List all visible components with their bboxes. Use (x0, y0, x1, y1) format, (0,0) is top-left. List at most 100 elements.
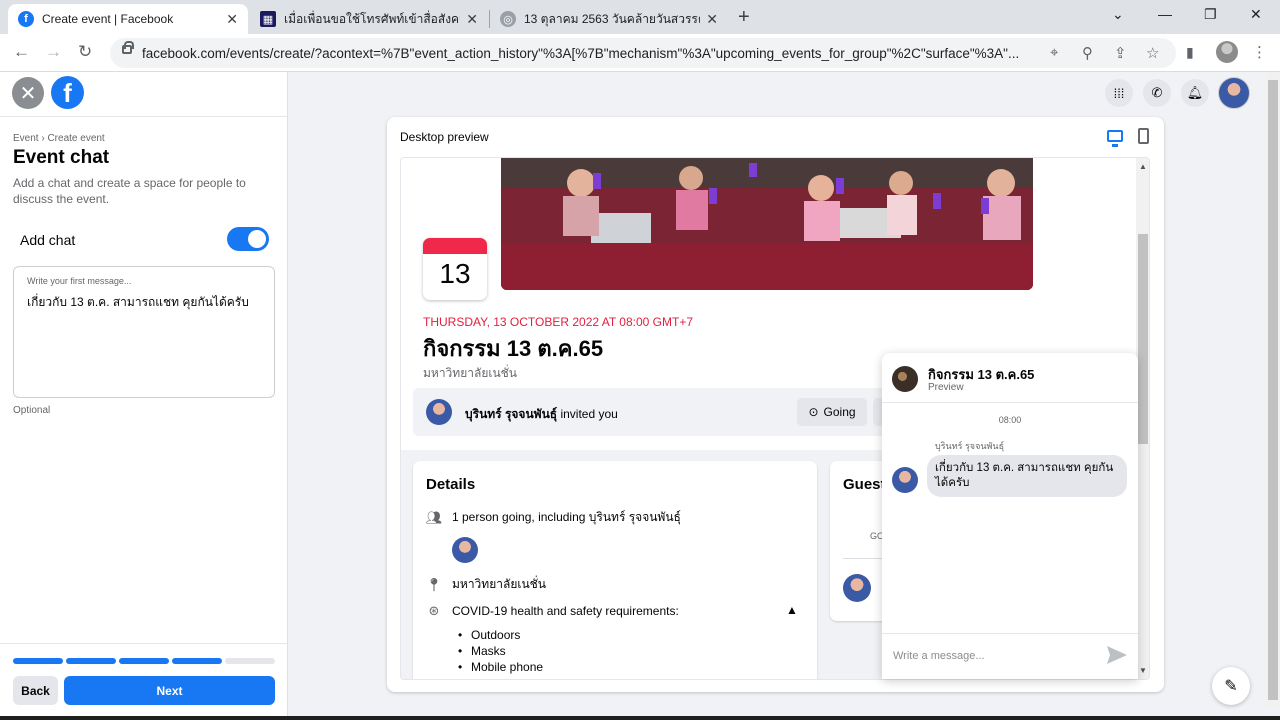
chat-message-input[interactable]: Write a message... (893, 650, 985, 662)
sender-avatar (892, 467, 918, 493)
event-location: มหาวิทยาลัยเนชั่น (423, 366, 518, 380)
scroll-down-icon[interactable]: ▼ (1139, 666, 1147, 675)
date-tile-bar (423, 238, 487, 254)
url-bar[interactable]: facebook.com/events/create/?acontext=%7B… (110, 38, 1176, 68)
details-card: Details 👥︎ 1 person going, including บุร… (413, 461, 817, 679)
step-progress (13, 658, 275, 664)
check-circle-icon: ⊙ (808, 405, 819, 419)
date-tile-number: 13 (439, 258, 471, 289)
list-item: Masks (458, 643, 543, 659)
health-safety-icon: ⊛ (428, 603, 440, 618)
message-placeholder: Write your first message... (27, 276, 132, 286)
close-window-button[interactable]: ✕ (1250, 6, 1262, 23)
chat-header: กิจกรรม 13 ต.ค.65 Preview (882, 353, 1138, 403)
guests-title: Guest (843, 476, 886, 493)
divider (882, 633, 1138, 634)
going-person-avatar[interactable] (452, 537, 478, 563)
inviter-avatar (426, 399, 452, 425)
divider (0, 643, 288, 644)
location-row: 📍︎ มหาวิทยาลัยเนชั่น (426, 575, 546, 594)
guest-avatar[interactable] (843, 574, 871, 602)
site-favicon-icon: ◎ (500, 11, 516, 27)
new-tab-button[interactable]: + (738, 6, 750, 29)
close-tab-icon[interactable]: ✕ (706, 11, 718, 28)
restore-button[interactable]: ❐ (1204, 6, 1217, 23)
tab-create-event[interactable]: f Create event | Facebook ✕ (8, 4, 248, 34)
first-message-textarea[interactable]: Write your first message... เกี่ยวกับ 13… (13, 266, 275, 398)
divider (0, 116, 288, 117)
browser-profile-avatar[interactable] (1216, 41, 1238, 63)
tab-anniversary[interactable]: ◎ 13 ตุลาคม 2563 วันคล้ายวันสวรรคต ✕ (490, 4, 728, 34)
location-pin-icon: 📍︎ (425, 576, 443, 592)
mobile-icon[interactable] (1138, 128, 1149, 144)
send-icon[interactable] (1106, 645, 1128, 665)
invite-text: บุรินทร์ รุจจนพันธุ์ invited you (465, 405, 618, 424)
create-event-sidebar: ✕ f Event › Create event Event chat Add … (0, 72, 288, 720)
covid-row: ⊛ COVID-19 health and safety requirement… (426, 603, 679, 619)
site-favicon-icon: ▦ (260, 11, 276, 27)
scroll-up-icon[interactable]: ▲ (1139, 162, 1147, 171)
chevron-up-icon[interactable]: ▲ (786, 603, 798, 617)
chat-sender-name: บุรินทร์ รุจจนพันธุ์ (935, 441, 1005, 451)
close-icon[interactable]: ✕ (12, 77, 44, 109)
covid-title: COVID-19 health and safety requirements: (452, 604, 679, 618)
side-panel-icon[interactable]: ▮ (1186, 44, 1194, 61)
preview-label: Desktop preview (400, 130, 489, 144)
minimize-button[interactable]: — (1158, 6, 1172, 22)
cover-photo-image (501, 158, 1033, 290)
notifications-bell-icon[interactable]: 🔔︎ (1181, 79, 1209, 107)
messenger-icon[interactable]: ✆ (1143, 79, 1171, 107)
details-title: Details (426, 476, 476, 493)
add-chat-toggle[interactable] (227, 227, 269, 251)
new-message-compose-icon[interactable]: ✎ (1212, 667, 1250, 705)
tab-title: เมื่อเพื่อนขอใช้โทรศัพท์เข้าสื่อสังคม : … (284, 11, 461, 26)
progress-step (172, 658, 222, 664)
browser-menu-icon[interactable]: ⋮ (1252, 43, 1267, 61)
inviter-name: บุรินทร์ รุจจนพันธุ์ (465, 407, 558, 421)
optional-hint: Optional (13, 405, 51, 416)
browser-tab-bar: f Create event | Facebook ✕ ▦ เมื่อเพื่อ… (0, 0, 1280, 34)
going-button[interactable]: ⊙ Going (797, 398, 867, 426)
tab-article[interactable]: ▦ เมื่อเพื่อนขอใช้โทรศัพท์เข้าสื่อสังคม … (250, 4, 488, 34)
add-chat-label: Add chat (20, 232, 76, 248)
facebook-logo-icon[interactable]: f (51, 76, 84, 109)
lock-icon[interactable] (122, 41, 134, 54)
message-value[interactable]: เกี่ยวกับ 13 ต.ค. สามารถแชท คุยกันได้ครั… (27, 293, 249, 312)
list-item: Mobile phone (458, 659, 543, 675)
back-arrow-icon[interactable]: ← (13, 42, 30, 62)
address-toolbar: ← → ↻ facebook.com/events/create/?aconte… (0, 34, 1280, 72)
page-title: Event chat (13, 147, 110, 168)
breadcrumb: Event › Create event (13, 133, 105, 144)
reload-icon[interactable]: ↻ (78, 42, 92, 62)
going-row: 👥︎ 1 person going, including บุรินทร์ รุ… (426, 508, 681, 527)
progress-step (66, 658, 116, 664)
chat-preview-window: กิจกรรม 13 ต.ค.65 Preview 08:00 บุรินทร์… (882, 353, 1138, 679)
account-avatar[interactable] (1218, 77, 1250, 109)
close-tab-icon[interactable]: ✕ (226, 11, 238, 28)
menu-grid-icon[interactable]: ⁞⁞⁞ (1105, 79, 1133, 107)
event-datetime: THURSDAY, 13 OCTOBER 2022 AT 08:00 GMT+7 (423, 315, 694, 329)
share-icon[interactable]: ⇪ (1114, 44, 1127, 62)
location-text[interactable]: มหาวิทยาลัยเนชั่น (452, 575, 546, 594)
next-button[interactable]: Next (64, 676, 275, 705)
preview-scrollbar-thumb[interactable] (1138, 234, 1148, 444)
back-button[interactable]: Back (13, 676, 58, 705)
chat-group-avatar (892, 366, 918, 392)
page-description: Add a chat and create a space for people… (13, 176, 246, 206)
tab-title: Create event | Facebook (42, 12, 174, 26)
tab-title: 13 ตุลาคม 2563 วันคล้ายวันสวรรคต (524, 11, 701, 26)
chat-message-bubble: เกี่ยวกับ 13 ต.ค. สามารถแชท คุยกันได้ครั… (927, 455, 1127, 497)
going-summary: 1 person going, including บุรินทร์ รุจจน… (452, 510, 681, 524)
people-icon: 👥︎ (425, 509, 443, 525)
location-pin-icon[interactable]: ⌖ (1050, 44, 1058, 61)
url-text[interactable]: facebook.com/events/create/?acontext=%7B… (142, 46, 1042, 61)
zoom-icon[interactable]: ⚲ (1082, 44, 1093, 62)
close-tab-icon[interactable]: ✕ (466, 11, 478, 28)
desktop-icon[interactable] (1107, 130, 1123, 147)
page-scrollbar-thumb[interactable] (1268, 80, 1278, 700)
progress-step (225, 658, 275, 664)
event-date-tile: 13 (423, 238, 487, 300)
forward-arrow-icon[interactable]: → (45, 42, 62, 62)
tab-search-icon[interactable]: ⌄ (1112, 6, 1124, 23)
bookmark-star-icon[interactable]: ☆ (1146, 44, 1159, 62)
